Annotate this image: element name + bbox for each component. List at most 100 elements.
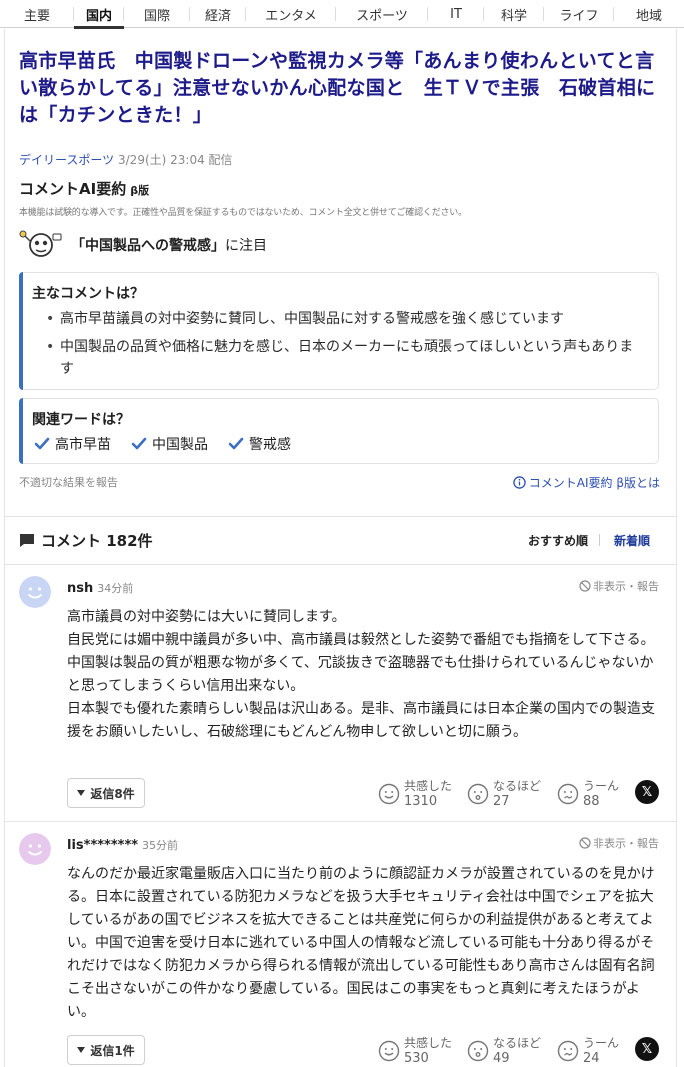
hide-report-button[interactable]: 非表示・報告 xyxy=(579,835,659,851)
tab-economy[interactable]: 経済 xyxy=(190,0,246,28)
check-icon xyxy=(34,437,50,450)
article-meta: デイリースポーツ 3/29(土) 23:04 配信 xyxy=(19,151,233,168)
comment-line: 中国製は製品の質が粗悪な物が多くて、冗談抜きで盗聴器でも仕掛けられているんじゃな… xyxy=(67,655,654,694)
comment-bubble-icon xyxy=(20,534,34,547)
avatar xyxy=(19,833,51,865)
tab-entertainment[interactable]: エンタメ xyxy=(246,0,336,28)
hide-report-button[interactable]: 非表示・報告 xyxy=(579,578,659,594)
tab-international[interactable]: 国際 xyxy=(124,0,190,28)
frown-icon xyxy=(557,1040,579,1062)
share-x-button[interactable]: 𝕏 xyxy=(635,780,659,804)
hide-report-label: 非表示・報告 xyxy=(593,837,659,850)
related-words-list: 高市早苗 中国製品 警戒感 xyxy=(34,434,658,454)
agree-button[interactable]: 共感した 530 xyxy=(378,1036,452,1066)
focus-suffix: に注目 xyxy=(225,238,267,254)
check-icon xyxy=(131,437,147,450)
insight-count: 49 xyxy=(493,1051,510,1066)
list-item: 中国製品の品質や価格に魅力を感じ、日本のメーカーにも頑張ってほしいという声もあり… xyxy=(46,336,646,380)
insight-button[interactable]: なるほど 49 xyxy=(467,1036,541,1066)
share-x-button[interactable]: 𝕏 xyxy=(635,1037,659,1061)
tab-label: 経済 xyxy=(204,8,231,24)
comments-count: コメント 182件 xyxy=(41,532,153,550)
x-logo-icon: 𝕏 xyxy=(641,784,653,800)
about-ai-summary-link[interactable]: コメントAI要約 β版とは xyxy=(513,474,660,491)
tab-science[interactable]: 科学 xyxy=(484,0,544,28)
main-comments-card: 主なコメントは？ 高市早苗議員の対中姿勢に賛同し、中国製品に対する警戒感を強く感… xyxy=(19,272,659,390)
replies-button[interactable]: 返信1件 xyxy=(67,1035,145,1065)
tab-label: 主要 xyxy=(23,8,50,24)
hmm-label: うーん xyxy=(583,779,620,793)
block-icon xyxy=(579,580,591,592)
sort-newest[interactable]: 新着順 xyxy=(614,532,650,549)
article-headline[interactable]: 高市早苗氏 中国製ドローンや監視カメラ等「あんまり使わんといてと言い散らかしてる… xyxy=(19,48,659,129)
sort-recommended[interactable]: おすすめ順 xyxy=(528,532,588,549)
replies-button[interactable]: 返信8件 xyxy=(67,778,145,808)
hmm-button[interactable]: うーん 88 xyxy=(557,779,619,809)
comment-user: lis******** 35分前 xyxy=(67,837,178,853)
tab-label: ライフ xyxy=(559,8,599,24)
x-logo-icon: 𝕏 xyxy=(641,1041,653,1057)
related-words-card: 関連ワードは？ 高市早苗 中国製品 警戒感 xyxy=(19,398,659,464)
related-words-heading: 関連ワードは？ xyxy=(32,412,130,428)
avatar xyxy=(19,576,51,608)
insight-count: 27 xyxy=(493,794,510,809)
hmm-count: 88 xyxy=(583,794,600,809)
agree-button[interactable]: 共感した 1310 xyxy=(378,779,452,809)
agree-label: 共感した xyxy=(404,779,453,793)
related-word-label: 中国製品 xyxy=(152,437,208,453)
comment-body: なんのだか最近家電量販店入口に当たり前のように顔認証カメラが設置されているのを見… xyxy=(67,866,655,1020)
comment-line: 高市議員の対中姿勢には大いに賛同します。 xyxy=(67,609,346,625)
frown-icon xyxy=(557,783,579,805)
tab-sports[interactable]: スポーツ xyxy=(336,0,428,28)
username[interactable]: nsh xyxy=(67,581,93,596)
comment-item: lis******** 35分前 非表示・報告 なんのだか最近家電量販店入口に当た… xyxy=(5,822,677,1067)
tab-main[interactable]: 主要 xyxy=(0,0,74,28)
article-source[interactable]: デイリースポーツ xyxy=(19,153,114,167)
hmm-button[interactable]: うーん 24 xyxy=(557,1036,619,1066)
tab-label: 国際 xyxy=(143,8,170,24)
comment-time: 34分前 xyxy=(97,582,134,595)
username[interactable]: lis******** xyxy=(67,838,138,853)
comment-line: 日本製でも優れた素晴らしい製品は沢山ある。是非、高市議員には日本企業の国内での製… xyxy=(67,701,655,740)
tab-domestic[interactable]: 国内 xyxy=(74,0,124,29)
related-word[interactable]: 高市早苗 xyxy=(34,434,111,454)
tab-label: スポーツ xyxy=(356,8,408,24)
tab-label: 科学 xyxy=(500,8,527,24)
related-word-label: 警戒感 xyxy=(249,437,291,453)
agree-count: 1310 xyxy=(404,794,438,809)
comment-item: nsh 34分前 非表示・報告 高市議員の対中姿勢には大いに賛同します。 自民党には… xyxy=(5,565,677,820)
comment-user: nsh 34分前 xyxy=(67,580,133,596)
tab-it[interactable]: IT xyxy=(428,0,484,28)
related-word-label: 高市早苗 xyxy=(55,437,111,453)
smile-icon xyxy=(378,1040,400,1062)
ai-mascot-icon xyxy=(19,230,62,257)
comment-time: 35分前 xyxy=(142,839,179,852)
related-word[interactable]: 中国製品 xyxy=(131,434,208,454)
tab-label: 国内 xyxy=(85,8,112,24)
section-divider xyxy=(5,516,677,517)
focus-keyword: 「中国製品への警戒感」 xyxy=(71,238,225,254)
hmm-count: 24 xyxy=(583,1051,600,1066)
insight-label: なるほど xyxy=(493,779,542,793)
report-summary-link[interactable]: 不適切な結果を報告 xyxy=(19,474,118,490)
agree-label: 共感した xyxy=(404,1036,453,1050)
focus-row: 「中国製品への警戒感」 に注目 xyxy=(19,230,267,260)
insight-button[interactable]: なるほど 27 xyxy=(467,779,541,809)
check-icon xyxy=(228,437,244,450)
list-item: 高市早苗議員の対中姿勢に賛同し、中国製品に対する警戒感を強く感じています xyxy=(46,308,646,330)
tab-label: 地域 xyxy=(635,8,662,24)
info-icon xyxy=(513,476,526,489)
main-comments-list: 高市早苗議員の対中姿勢に賛同し、中国製品に対する警戒感を強く感じています 中国製… xyxy=(46,308,646,380)
tab-label: IT xyxy=(450,6,462,22)
article-datetime: 3/29(土) 23:04 配信 xyxy=(118,153,233,167)
block-icon xyxy=(579,837,591,849)
ai-summary-disclaimer: 本機能は試験的な導入です。正確性や品質を保証するものではないため、コメント全文と… xyxy=(19,208,467,218)
related-word[interactable]: 警戒感 xyxy=(228,434,291,454)
ai-summary-title-text: コメントAI要約 xyxy=(19,180,127,198)
main-comments-heading: 主なコメントは？ xyxy=(32,286,144,302)
replies-label: 返信1件 xyxy=(90,1043,135,1058)
tab-local[interactable]: 地域 xyxy=(614,0,684,28)
insight-label: なるほど xyxy=(493,1036,542,1050)
tab-life[interactable]: ライフ xyxy=(544,0,614,28)
beta-badge: β版 xyxy=(130,184,150,197)
